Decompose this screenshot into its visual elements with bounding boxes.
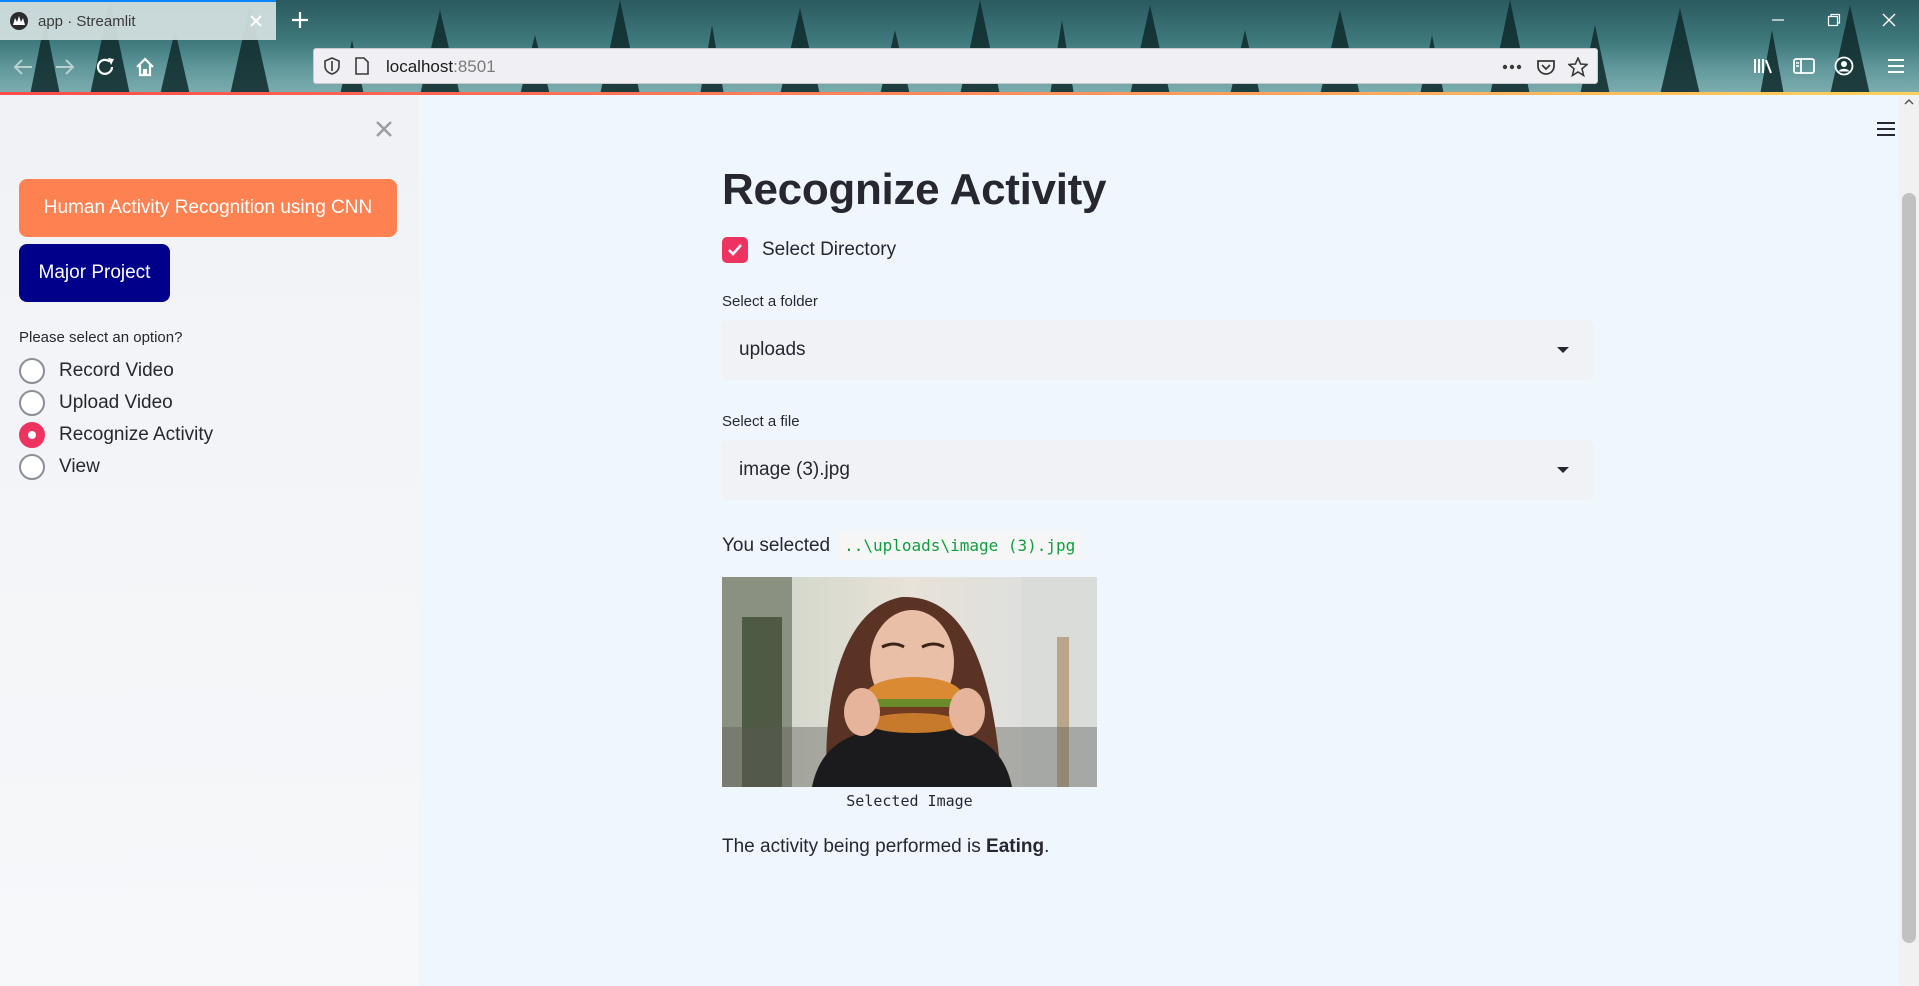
radio-option-view[interactable]: View	[19, 451, 213, 483]
file-select-label: Select a file	[722, 413, 800, 430]
major-project-button[interactable]: Major Project	[19, 244, 170, 302]
tab-title: app · Streamlit	[38, 12, 136, 30]
sidebar-close-icon[interactable]	[370, 115, 398, 143]
page-info-icon[interactable]	[352, 56, 372, 76]
library-icon[interactable]	[1750, 52, 1778, 80]
window-close-icon[interactable]	[1869, 6, 1909, 34]
radio-option-recognize-activity[interactable]: Recognize Activity	[19, 419, 213, 451]
tracking-shield-icon[interactable]	[322, 56, 342, 76]
option-radio-group: Record Video Upload Video Recognize Acti…	[19, 355, 213, 483]
bookmark-star-icon[interactable]	[1566, 55, 1590, 79]
app-menu-icon[interactable]	[1882, 52, 1910, 80]
file-select-value: image (3).jpg	[739, 459, 850, 480]
browser-chrome: app · Streamlit localhost:8501	[0, 0, 1919, 95]
page-title: Recognize Activity	[722, 165, 1107, 214]
folder-select-value: uploads	[739, 339, 806, 360]
vertical-scrollbar[interactable]	[1899, 95, 1919, 986]
radio-label: Recognize Activity	[59, 424, 214, 445]
file-select[interactable]: image (3).jpg	[722, 440, 1594, 500]
sidebar: Human Activity Recognition using CNN Maj…	[0, 95, 419, 986]
radio-button-selected[interactable]	[19, 422, 45, 448]
selected-image	[722, 577, 1097, 787]
selected-path-code: ..\uploads\image (3).jpg	[838, 531, 1082, 560]
image-caption: Selected Image	[846, 792, 973, 810]
back-arrow-icon[interactable]	[8, 52, 38, 82]
scroll-up-arrow-icon[interactable]	[1899, 95, 1919, 109]
home-icon[interactable]	[130, 52, 160, 82]
selected-path-line: You selected ..\uploads\image (3).jpg	[722, 531, 1082, 560]
scrollbar-thumb[interactable]	[1902, 193, 1916, 943]
account-icon[interactable]	[1830, 52, 1858, 80]
page-actions-icon[interactable]	[1500, 55, 1524, 79]
radio-label: Record Video	[59, 360, 174, 381]
caret-down-icon	[1548, 340, 1578, 360]
reload-icon[interactable]	[90, 52, 120, 82]
folder-select-label: Select a folder	[722, 293, 818, 310]
radio-option-upload-video[interactable]: Upload Video	[19, 387, 213, 419]
url-text: localhost:8501	[386, 57, 496, 76]
new-tab-plus-icon[interactable]	[286, 6, 314, 34]
restore-icon[interactable]	[1814, 6, 1854, 34]
streamlit-favicon-icon	[10, 12, 28, 30]
tab-close-icon[interactable]	[242, 7, 270, 35]
radio-group-label: Please select an option?	[19, 329, 183, 346]
address-bar[interactable]: localhost:8501	[313, 48, 1598, 84]
main-menu-icon[interactable]	[1872, 117, 1900, 141]
result-activity: Eating	[986, 836, 1045, 857]
main-content: Recognize Activity Select Directory Sele…	[419, 95, 1899, 986]
radio-label: Upload Video	[59, 392, 173, 413]
radio-option-record-video[interactable]: Record Video	[19, 355, 213, 387]
browser-tab[interactable]: app · Streamlit	[0, 0, 276, 40]
caret-down-icon	[1548, 460, 1578, 480]
select-directory-checkbox[interactable]: Select Directory	[722, 237, 896, 263]
radio-button[interactable]	[19, 358, 45, 384]
checkbox-label: Select Directory	[762, 239, 897, 260]
radio-button[interactable]	[19, 454, 45, 480]
folder-select[interactable]: uploads	[722, 320, 1594, 380]
pocket-icon[interactable]	[1534, 55, 1558, 79]
minimize-icon[interactable]	[1758, 6, 1798, 34]
title-button[interactable]: Human Activity Recognition using CNN	[19, 179, 397, 237]
radio-label: View	[59, 456, 100, 477]
result-text: The activity being performed is Eating.	[722, 836, 1050, 857]
checkbox-checked-icon[interactable]	[722, 237, 748, 263]
radio-button[interactable]	[19, 390, 45, 416]
sidebar-toggle-icon[interactable]	[1790, 52, 1818, 80]
forward-arrow-icon[interactable]	[50, 52, 80, 82]
you-selected-text: You selected	[722, 534, 831, 556]
